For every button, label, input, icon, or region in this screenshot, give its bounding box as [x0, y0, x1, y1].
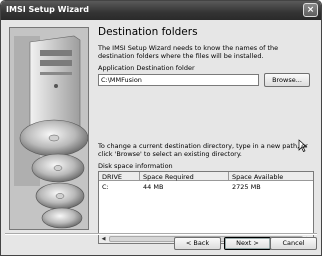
table-row[interactable]: C: 44 MB 2725 MB — [99, 182, 313, 191]
browse-button[interactable]: Browse... — [264, 73, 310, 87]
computer-and-discs-illustration — [10, 28, 88, 229]
cancel-button[interactable]: Cancel — [270, 237, 317, 250]
change-directory-hint: To change a current destination director… — [98, 142, 308, 158]
window-title: IMSI Setup Wizard — [6, 5, 89, 14]
table-header: DRIVE Space Required Space Available — [99, 172, 313, 181]
title-bar[interactable]: IMSI Setup Wizard × — [1, 1, 321, 20]
wizard-side-image — [9, 27, 89, 230]
footer-divider — [5, 233, 317, 235]
column-header-drive[interactable]: DRIVE — [102, 173, 122, 181]
column-header-space-available[interactable]: Space Available — [232, 173, 283, 181]
close-button[interactable]: × — [303, 3, 318, 17]
app-destination-label: Application Destination folder — [98, 64, 195, 72]
disk-space-label: Disk space information — [98, 162, 173, 170]
drive-cell: C: — [102, 183, 109, 191]
column-header-space-required[interactable]: Space Required — [143, 173, 194, 181]
scroll-left-icon[interactable]: ◀ — [99, 235, 108, 243]
page-description: The IMSI Setup Wizard needs to know the … — [98, 44, 279, 60]
next-button[interactable]: Next > — [224, 237, 271, 250]
space-required-cell: 44 MB — [143, 183, 164, 191]
space-available-cell: 2725 MB — [232, 183, 261, 191]
setup-wizard-window: IMSI Setup Wizard × Destination folders … — [0, 0, 322, 256]
app-destination-input[interactable]: C:\MMFusion — [98, 74, 259, 86]
close-icon: × — [306, 5, 315, 15]
page-title: Destination folders — [98, 26, 198, 38]
back-button[interactable]: < Back — [174, 237, 221, 250]
